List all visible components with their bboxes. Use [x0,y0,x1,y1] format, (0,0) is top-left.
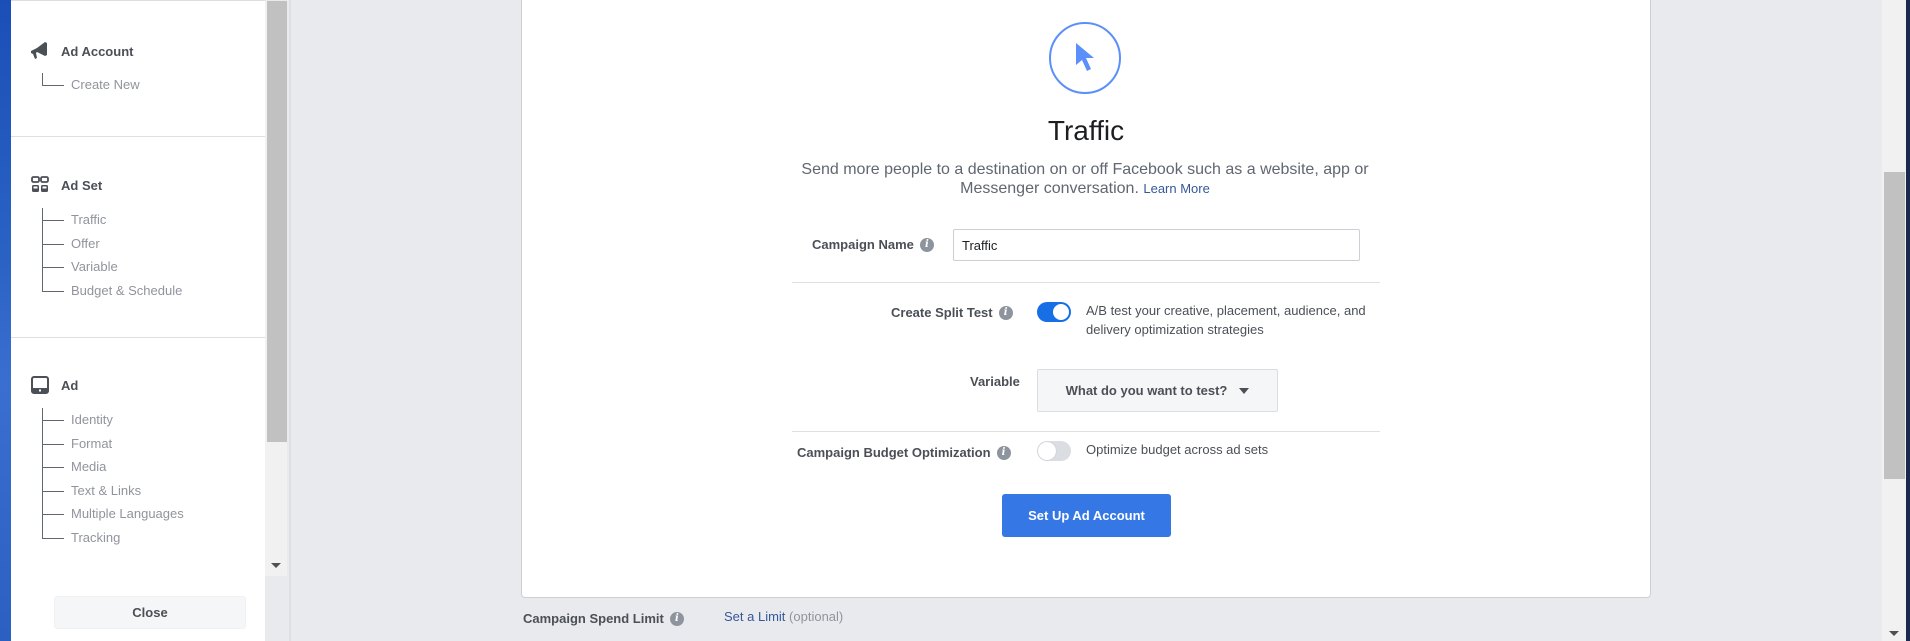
grid-icon [29,174,51,196]
sidebar-scroll-thumb[interactable] [267,1,287,442]
budget-optimization-toggle[interactable] [1037,441,1071,461]
main-scroll-down-button[interactable] [1882,625,1906,641]
main-scroll-thumb[interactable] [1884,172,1905,479]
info-icon[interactable]: i [998,305,1013,320]
variable-label: Variable [970,374,1020,389]
sidebar-section-ad-set: Ad Set Traffic Offer Variable Budget & S… [11,137,265,338]
sidebar-heading-label: Ad Set [61,177,103,193]
split-test-helper: A/B test your creative, placement, audie… [1086,303,1366,337]
sidebar-nav: Ad Account Create New Ad Set Traffic Off… [11,1,265,576]
sidebar-scroll-down-button[interactable] [265,554,287,576]
caret-down-icon [1889,630,1899,636]
spend-limit-label: Campaign Spend Limit i [523,611,684,626]
objective-description: Send more people to a destination on or … [790,160,1380,198]
variable-dropdown[interactable]: What do you want to test? [1037,369,1278,412]
cursor-icon [1049,22,1121,94]
learn-more-link[interactable]: Learn More [1143,181,1209,196]
sidebar-heading-ad-set[interactable]: Ad Set [29,174,102,196]
split-test-label: Create Split Test i [891,305,1013,320]
sidebar-heading-label: Ad Account [61,43,134,59]
sidebar-item-media[interactable]: Media [42,455,184,479]
close-button[interactable]: Close [54,596,246,629]
set-limit-link[interactable]: Set a Limit [724,609,785,624]
caret-down-icon [1239,387,1250,394]
budget-optimization-label: Campaign Budget Optimization i [797,445,1011,460]
sidebar-heading-label: Ad [61,377,79,393]
set-up-ad-account-button[interactable]: Set Up Ad Account [1002,494,1171,537]
toggle-knob [1038,442,1056,460]
window-edge [1906,0,1910,641]
sidebar-heading-ad-account[interactable]: Ad Account [29,40,133,62]
sidebar-subitems: Traffic Offer Variable Budget & Schedule [42,208,182,302]
divider [792,282,1380,283]
sidebar-subitems: Identity Format Media Text & Links Multi… [42,408,184,549]
sidebar-heading-ad[interactable]: Ad [29,374,78,396]
sidebar-scrollbar[interactable] [265,1,287,576]
ad-preview-icon [29,374,51,396]
main-scrollbar[interactable] [1882,0,1906,641]
campaign-name-label: Campaign Name i [812,237,934,252]
sidebar-item-identity[interactable]: Identity [42,408,184,432]
sidebar-item-budget-schedule[interactable]: Budget & Schedule [42,279,182,303]
sidebar-item-multiple-languages[interactable]: Multiple Languages [42,502,184,526]
sidebar-item-variable[interactable]: Variable [42,255,182,279]
sidebar-item-tracking[interactable]: Tracking [42,526,184,550]
sidebar-item-format[interactable]: Format [42,432,184,456]
divider [792,431,1380,432]
objective-title: Traffic [1047,115,1125,146]
sidebar: Ad Account Create New Ad Set Traffic Off… [11,0,287,641]
info-icon[interactable]: i [919,237,934,252]
spend-limit-row: Set a Limit (optional) [724,609,843,624]
sidebar-item-traffic[interactable]: Traffic [42,208,182,232]
megaphone-icon [29,40,51,62]
sidebar-subitems: Create New [42,73,140,97]
sidebar-item-text-links[interactable]: Text & Links [42,479,184,503]
caret-down-icon [271,562,281,568]
divider [289,0,291,641]
sidebar-section-ad-account: Ad Account Create New [11,1,265,137]
desktop-edge [0,0,11,641]
optional-note: (optional) [789,609,844,624]
toggle-knob [1053,304,1069,320]
sidebar-section-ad: Ad Identity Format Media Text & Links Mu… [11,338,265,576]
info-icon[interactable]: i [996,445,1011,460]
sidebar-item-offer[interactable]: Offer [42,232,182,256]
split-test-toggle[interactable] [1037,302,1071,322]
sidebar-item-create-new[interactable]: Create New [42,73,140,97]
budget-optimization-helper: Optimize budget across ad sets [1086,442,1269,457]
info-icon[interactable]: i [669,611,684,626]
objective-description-text: Send more people to a destination on or … [801,161,1369,197]
campaign-name-input[interactable] [953,229,1360,261]
